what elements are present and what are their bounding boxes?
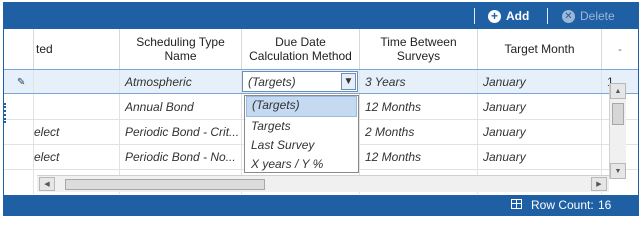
pencil-icon: ✎ bbox=[17, 77, 26, 88]
column-header-more: - bbox=[618, 42, 622, 56]
dropdown-option[interactable]: X years / Y % bbox=[246, 155, 357, 174]
cell-scheduling-type[interactable]: Annual Bond bbox=[120, 94, 242, 119]
chevron-down-icon[interactable]: ▼ bbox=[341, 73, 356, 90]
add-button[interactable]: + Add bbox=[488, 3, 529, 29]
cell-scheduling-type[interactable]: Atmospheric bbox=[120, 70, 242, 93]
vertical-scrollbar[interactable]: ▲ ▼ bbox=[609, 83, 626, 179]
row-count-value: 16 bbox=[598, 198, 612, 212]
row-indicator bbox=[4, 169, 34, 194]
row-count-label: Row Count: bbox=[531, 198, 594, 212]
row-indicator: ✎ bbox=[4, 70, 34, 93]
dropdown-option[interactable]: Targets bbox=[246, 117, 357, 136]
column-header-due-date-method[interactable]: Due Date Calculation Method bbox=[242, 29, 360, 69]
column-header-label: ted bbox=[36, 42, 53, 56]
delete-button[interactable]: ✕ Delete bbox=[562, 3, 615, 29]
scroll-up-icon[interactable]: ▲ bbox=[610, 83, 626, 99]
due-date-method-dropdown: (Targets) Targets Last Survey X years / … bbox=[244, 95, 359, 173]
splitter-handle[interactable] bbox=[4, 103, 9, 123]
cell-time-between[interactable]: 3 Years bbox=[360, 70, 478, 93]
scroll-right-icon[interactable]: ▶ bbox=[591, 177, 607, 191]
toolbar-separator bbox=[474, 8, 475, 24]
grid-header: ted Scheduling Type Name Due Date Calcul… bbox=[4, 29, 638, 70]
cell-time-between[interactable]: 2 Months bbox=[360, 119, 478, 144]
row-indicator bbox=[4, 144, 34, 169]
cell-time-between[interactable]: 12 Months bbox=[360, 144, 478, 169]
cell-time-between[interactable]: 12 Months bbox=[360, 94, 478, 119]
horizontal-scrollbar[interactable]: ◀ ▶ bbox=[37, 175, 609, 192]
cell-target-month[interactable]: January bbox=[478, 70, 602, 93]
cell-target-month[interactable]: January bbox=[478, 94, 602, 119]
grid-panel: + Add ✕ Delete ted Scheduling Type Name … bbox=[3, 2, 639, 216]
cell-target-month[interactable]: January bbox=[478, 119, 602, 144]
close-circle-icon: ✕ bbox=[562, 9, 575, 23]
scroll-down-icon[interactable]: ▼ bbox=[610, 163, 626, 179]
due-date-method-combo[interactable]: (Targets) ▼ bbox=[242, 71, 358, 92]
cell-scheduling-type[interactable]: Periodic Bond - Crit... bbox=[120, 119, 242, 144]
cell-selected[interactable] bbox=[34, 70, 120, 93]
add-button-label: Add bbox=[506, 9, 530, 23]
column-header-label: Due Date Calculation Method bbox=[249, 35, 352, 63]
column-header-label: Target Month bbox=[504, 42, 575, 56]
grid-footer: Row Count: 16 bbox=[4, 195, 638, 215]
horizontal-scroll-thumb[interactable] bbox=[65, 179, 265, 190]
toolbar-separator bbox=[547, 8, 548, 24]
cell-scheduling-type[interactable]: Periodic Bond - No... bbox=[120, 144, 242, 169]
plus-circle-icon: + bbox=[488, 9, 501, 23]
combo-value: (Targets) bbox=[248, 75, 296, 89]
grid-toolbar: + Add ✕ Delete bbox=[4, 3, 638, 29]
table-icon bbox=[511, 199, 522, 209]
cell-target-month[interactable]: January bbox=[478, 144, 602, 169]
delete-button-label: Delete bbox=[580, 9, 615, 23]
column-header-scheduling-type[interactable]: Scheduling Type Name bbox=[120, 29, 242, 69]
column-header-label: Scheduling Type Name bbox=[136, 35, 225, 63]
column-header-selected[interactable]: ted bbox=[34, 29, 120, 69]
vertical-scroll-thumb[interactable] bbox=[612, 103, 624, 125]
dropdown-option[interactable]: Last Survey bbox=[246, 136, 357, 155]
column-header-time-between[interactable]: Time Between Surveys bbox=[360, 29, 478, 69]
row-indicator-header bbox=[4, 29, 34, 69]
column-header-label: Time Between Surveys bbox=[380, 35, 457, 63]
dropdown-option[interactable]: (Targets) bbox=[246, 96, 357, 117]
cell-selected[interactable]: elect bbox=[34, 144, 120, 169]
scroll-left-icon[interactable]: ◀ bbox=[39, 177, 55, 191]
cell-selected[interactable]: elect bbox=[34, 119, 120, 144]
column-header-target-month[interactable]: Target Month bbox=[478, 29, 602, 69]
cell-selected[interactable] bbox=[34, 94, 120, 119]
